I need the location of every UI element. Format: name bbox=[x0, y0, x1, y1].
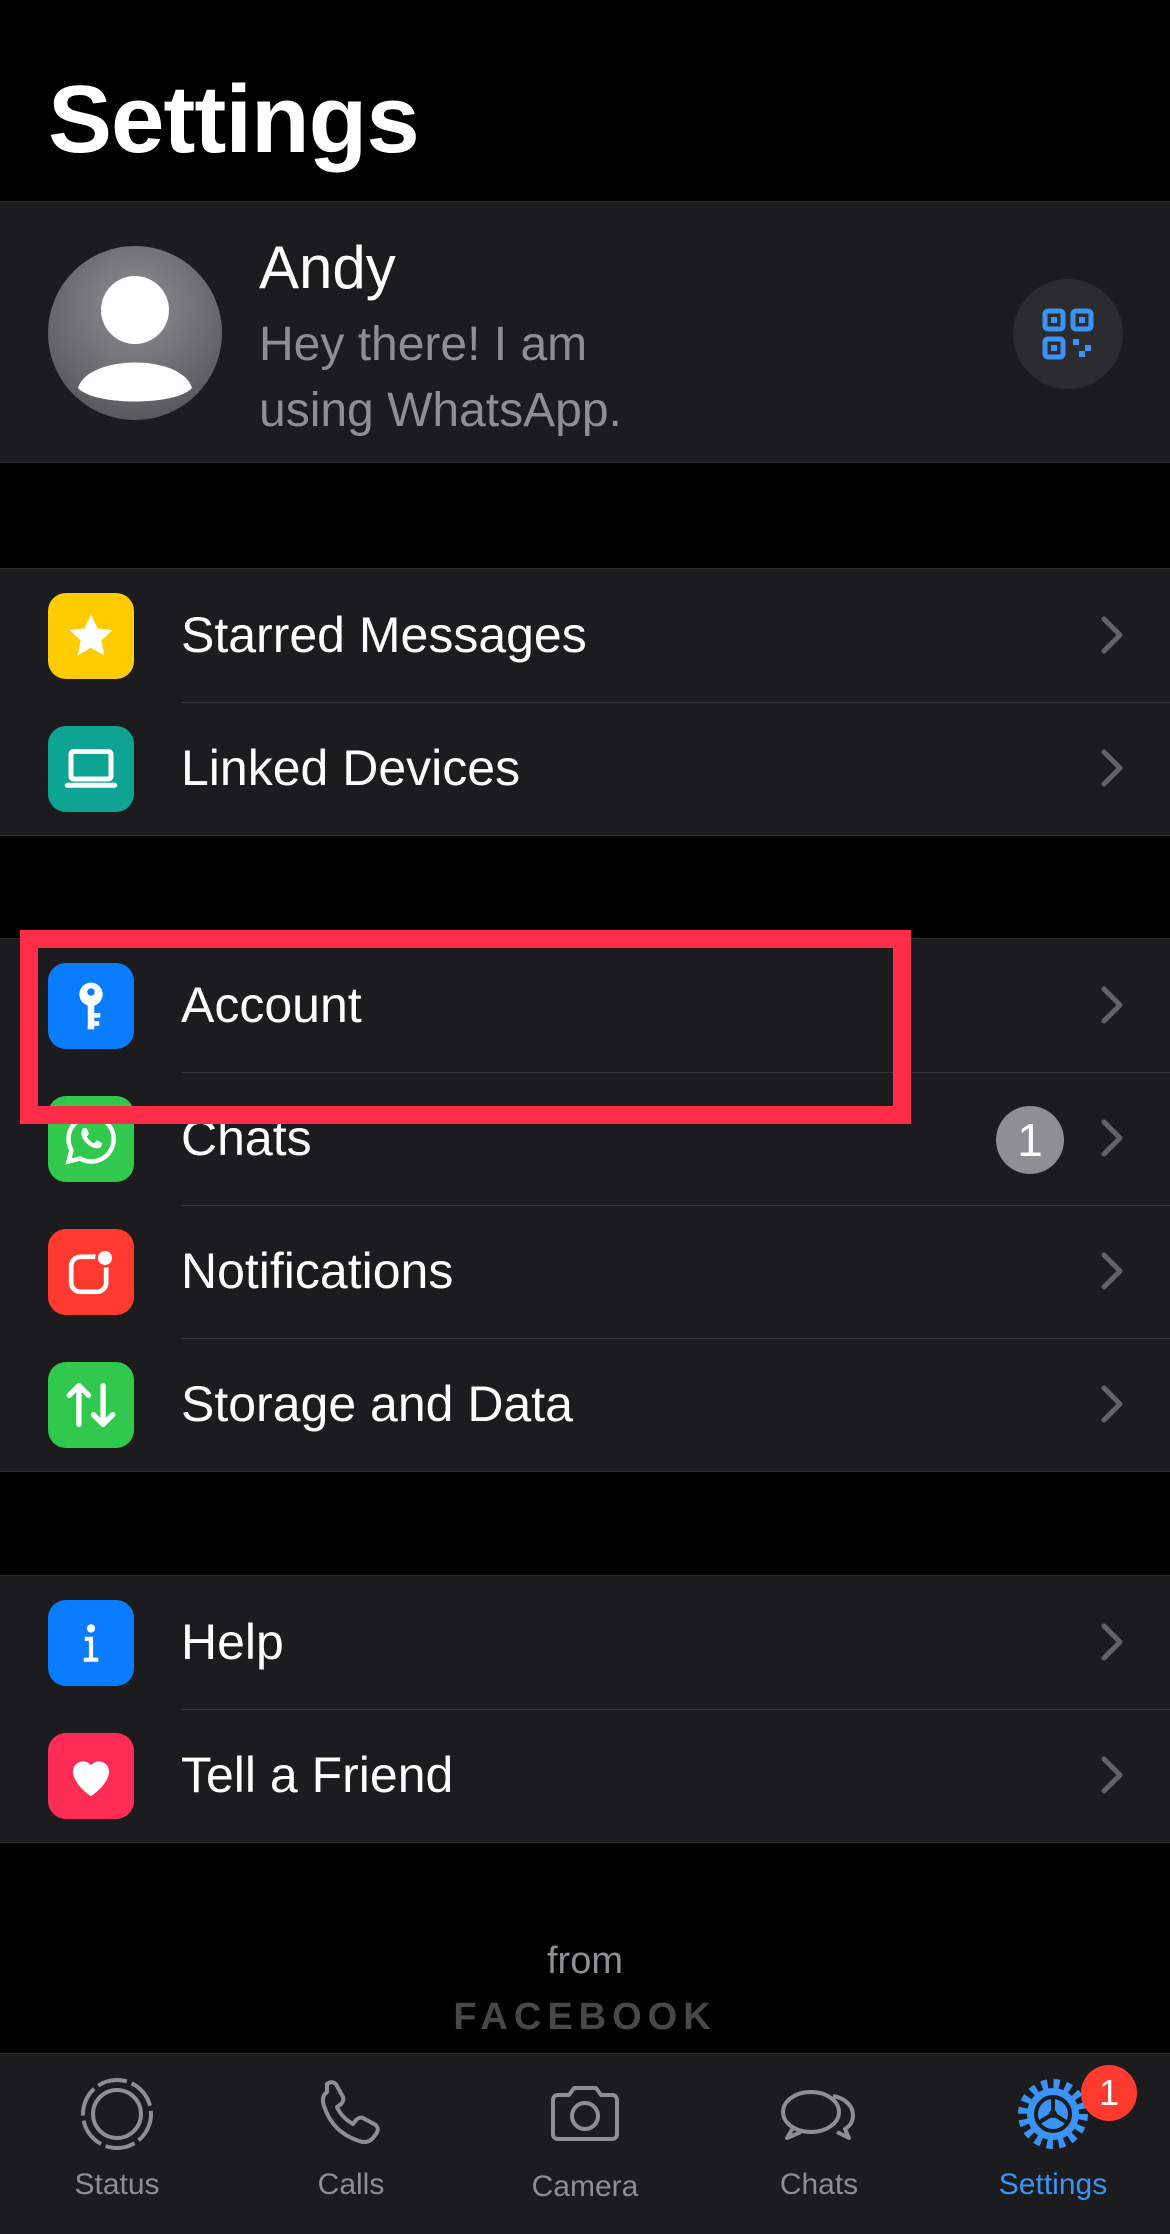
chevron-right-icon bbox=[1101, 616, 1123, 654]
tab-status[interactable]: Status bbox=[0, 2054, 234, 2234]
chevron-right-icon bbox=[1101, 1385, 1123, 1423]
chevron-right-icon bbox=[1101, 1252, 1123, 1290]
row-label: Notifications bbox=[181, 1243, 454, 1299]
tab-camera[interactable]: Camera bbox=[468, 2054, 702, 2234]
row-label: Storage and Data bbox=[181, 1376, 573, 1432]
settings-row-chats[interactable]: Chats 1 bbox=[0, 1072, 1170, 1205]
chevron-right-icon bbox=[1101, 986, 1123, 1024]
chevron-right-icon bbox=[1101, 1623, 1123, 1661]
camera-icon bbox=[551, 2086, 619, 2141]
tab-calls[interactable]: Calls bbox=[234, 2054, 468, 2234]
row-label: Help bbox=[181, 1614, 284, 1670]
settings-row-notifications[interactable]: Notifications bbox=[0, 1205, 1170, 1338]
settings-row-help[interactable]: Help bbox=[0, 1576, 1170, 1709]
laptop-icon bbox=[48, 726, 134, 812]
footer-from: from bbox=[547, 1940, 623, 1982]
footer-brand: FACEBOOK bbox=[453, 1996, 717, 2038]
chat-bubbles-icon bbox=[781, 2090, 855, 2140]
up-down-arrows-icon bbox=[48, 1362, 134, 1448]
settings-row-starred-messages[interactable]: Starred Messages bbox=[0, 569, 1170, 702]
info-icon bbox=[48, 1600, 134, 1686]
qr-code-button[interactable] bbox=[1013, 279, 1123, 389]
profile-name: Andy bbox=[259, 234, 396, 301]
phone-icon bbox=[321, 2080, 380, 2145]
row-label: Account bbox=[181, 977, 362, 1033]
profile-status: Hey there! I am using WhatsApp. bbox=[259, 318, 622, 437]
tab-label: Chats bbox=[779, 2168, 859, 2201]
tab-label: Status bbox=[74, 2168, 160, 2201]
status-icon bbox=[81, 2078, 153, 2150]
settings-row-storage-and-data[interactable]: Storage and Data bbox=[0, 1338, 1170, 1471]
qr-code-icon bbox=[1042, 308, 1094, 360]
profile-card[interactable]: Andy Hey there! I am using WhatsApp. bbox=[0, 201, 1170, 463]
unread-count-badge: 1 bbox=[996, 1106, 1064, 1174]
settings-group-3: Help Tell a Friend bbox=[0, 1575, 1170, 1843]
row-label: Tell a Friend bbox=[181, 1747, 454, 1803]
tab-notification-badge: 1 bbox=[1081, 2065, 1137, 2121]
tab-settings[interactable]: 1 Settings bbox=[936, 2054, 1170, 2234]
chevron-right-icon bbox=[1101, 749, 1123, 787]
heart-icon bbox=[48, 1733, 134, 1819]
chevron-right-icon bbox=[1101, 1119, 1123, 1157]
tab-label: Calls bbox=[317, 2168, 385, 2201]
page-title: Settings bbox=[48, 66, 420, 173]
settings-group-1: Starred Messages Linked Devices bbox=[0, 568, 1170, 836]
tab-label: Settings bbox=[998, 2168, 1108, 2201]
settings-row-account[interactable]: Account bbox=[0, 939, 1170, 1072]
key-icon bbox=[48, 963, 134, 1049]
settings-group-2: Account Chats 1 Notifications Storage an… bbox=[0, 938, 1170, 1472]
tab-chats[interactable]: Chats bbox=[702, 2054, 936, 2234]
chevron-right-icon bbox=[1101, 1756, 1123, 1794]
row-label: Linked Devices bbox=[181, 740, 521, 796]
settings-row-linked-devices[interactable]: Linked Devices bbox=[0, 702, 1170, 835]
star-icon bbox=[48, 593, 134, 679]
row-label: Starred Messages bbox=[181, 607, 587, 663]
tab-label: Camera bbox=[531, 2170, 639, 2203]
notification-icon bbox=[48, 1229, 134, 1315]
settings-row-tell-a-friend[interactable]: Tell a Friend bbox=[0, 1709, 1170, 1842]
default-avatar-icon bbox=[78, 276, 192, 402]
row-label: Chats bbox=[181, 1110, 312, 1166]
avatar[interactable] bbox=[48, 246, 222, 420]
whatsapp-icon bbox=[48, 1096, 134, 1182]
tab-bar: Status Calls Camera Chats 1 Settings bbox=[0, 2053, 1170, 2234]
